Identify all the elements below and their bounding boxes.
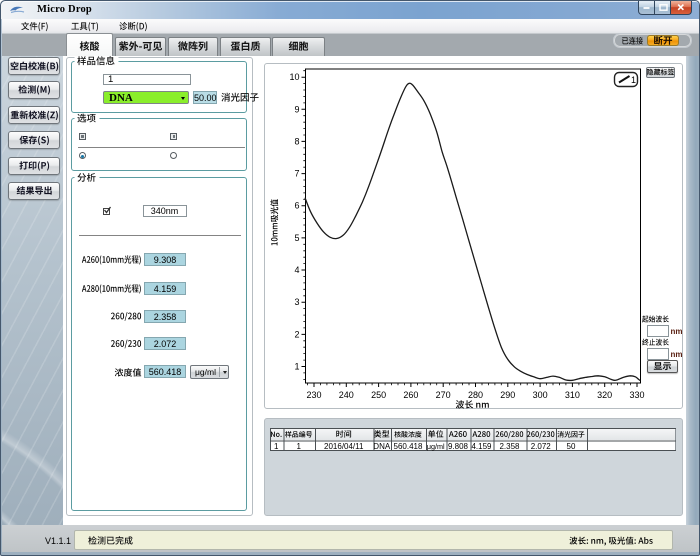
svg-text:4: 4 [294, 265, 299, 275]
svg-text:310: 310 [565, 390, 580, 400]
svg-text:270: 270 [436, 390, 451, 400]
svg-text:5: 5 [294, 232, 299, 242]
svg-text:6: 6 [294, 200, 299, 210]
svg-text:1: 1 [294, 361, 299, 371]
svg-text:290: 290 [500, 390, 515, 400]
svg-text:250: 250 [371, 390, 386, 400]
svg-text:10: 10 [289, 72, 299, 82]
svg-text:8: 8 [294, 136, 299, 146]
svg-text:280: 280 [468, 390, 483, 400]
svg-text:320: 320 [597, 390, 612, 400]
svg-text:7: 7 [294, 168, 299, 178]
svg-text:240: 240 [339, 390, 354, 400]
svg-text:2: 2 [294, 329, 299, 339]
svg-text:300: 300 [533, 390, 548, 400]
svg-text:9: 9 [294, 104, 299, 114]
svg-text:3: 3 [294, 297, 299, 307]
svg-text:260: 260 [403, 390, 418, 400]
svg-text:230: 230 [306, 390, 321, 400]
svg-text:330: 330 [629, 390, 644, 400]
svg-text:1: 1 [631, 75, 636, 85]
